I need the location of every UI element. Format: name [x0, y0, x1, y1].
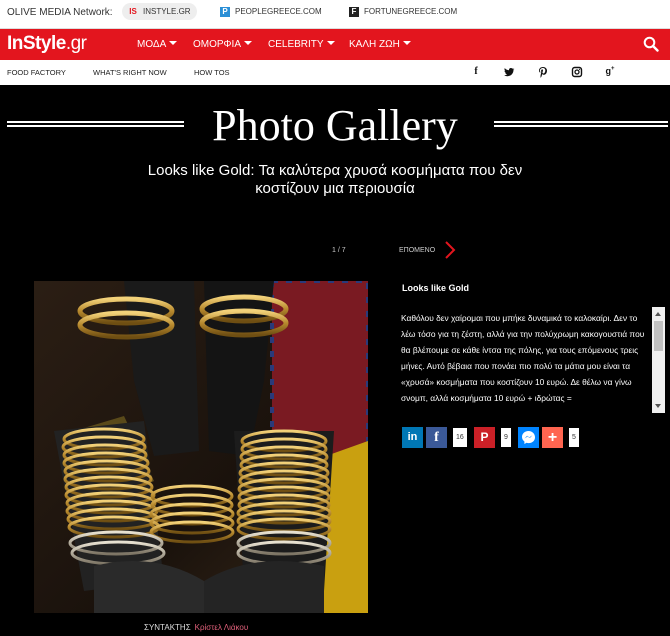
chevron-right-icon[interactable]	[443, 240, 457, 260]
scroll-thumb[interactable]	[654, 321, 663, 351]
scroll-up-icon[interactable]	[655, 312, 661, 316]
logo-main: InStyle	[7, 33, 66, 54]
textbox-scrollbar[interactable]	[652, 307, 665, 413]
network-link-label: PEOPLEGREECE.COM	[235, 7, 322, 16]
site-logo[interactable]: InStyle.gr	[7, 33, 87, 55]
fortune-logo-icon: F	[349, 6, 359, 17]
network-link-label: INSTYLE.GR	[143, 7, 191, 16]
network-link-fortune[interactable]: F FORTUNEGREECE.COM	[349, 3, 457, 20]
network-label: OLIVE MEDIA Network:	[7, 7, 113, 18]
gallery-title: Photo Gallery	[212, 101, 458, 150]
instyle-logo-icon: IS	[129, 6, 137, 16]
sub-nav: FOOD FACTORY WHAT'S RIGHT NOW HOW TOS f …	[0, 60, 670, 85]
instagram-icon[interactable]	[571, 66, 583, 78]
caret-down-icon	[243, 41, 252, 45]
twitter-icon[interactable]	[503, 66, 515, 78]
nav-item-kali-zoi[interactable]: ΚΑΛΗ ΖΩΗ	[349, 39, 411, 50]
messenger-share-icon[interactable]	[518, 427, 539, 448]
nav-item-label: ΟΜΟΡΦΙΑ	[193, 39, 241, 50]
nav-item-label: CELEBRITY	[268, 39, 324, 50]
next-link[interactable]: ΕΠΟΜΕΝΟ	[399, 247, 435, 254]
network-bar: OLIVE MEDIA Network: IS INSTYLE.GR P PEO…	[0, 0, 670, 29]
subnav-item-food-factory[interactable]: FOOD FACTORY	[7, 68, 66, 77]
nav-item-moda[interactable]: ΜΟΔΑ	[137, 39, 178, 50]
article-title: Looks like Gold	[402, 283, 470, 293]
pinterest-share-icon[interactable]: P	[474, 427, 495, 448]
caret-down-icon	[326, 41, 335, 45]
scroll-down-icon[interactable]	[655, 404, 661, 408]
nav-item-omorfia[interactable]: ΟΜΟΡΦΙΑ	[193, 39, 252, 50]
subnav-item-whats-right-now[interactable]: WHAT'S RIGHT NOW	[93, 68, 167, 77]
network-link-instyle[interactable]: IS INSTYLE.GR	[122, 3, 197, 20]
more-share-count: 5	[569, 428, 579, 447]
logo-tld: .gr	[65, 33, 87, 54]
network-link-label: FORTUNEGREECE.COM	[364, 7, 458, 16]
article-textbox[interactable]: Καθόλου δεν χαίρομαι που μπήκε δυναμικά …	[399, 306, 652, 413]
nav-item-celebrity[interactable]: CELEBRITY	[268, 39, 335, 50]
subnav-item-how-tos[interactable]: HOW TOS	[194, 68, 230, 77]
search-icon[interactable]	[643, 36, 659, 52]
gallery-photo	[34, 281, 368, 613]
people-logo-icon: P	[220, 6, 230, 17]
gallery-subtitle: Looks like Gold: Τα καλύτερα χρυσά κοσμή…	[147, 162, 523, 197]
pinterest-share-count: 9	[501, 428, 511, 447]
nav-item-label: ΜΟΔΑ	[137, 39, 167, 50]
credit-label: ΣΥΝΤΑΚΤΗΣ	[144, 623, 191, 632]
network-link-people[interactable]: P PEOPLEGREECE.COM	[220, 3, 322, 20]
facebook-share-count: 16	[453, 428, 467, 447]
linkedin-share-icon[interactable]: in	[402, 427, 423, 448]
facebook-share-icon[interactable]: f	[426, 427, 447, 448]
caret-down-icon	[169, 41, 178, 45]
credit-author[interactable]: Κρίστελ Λιάκου	[195, 623, 249, 632]
nav-item-label: ΚΑΛΗ ΖΩΗ	[349, 39, 400, 50]
article-body: Καθόλου δεν χαίρομαι που μπήκε δυναμικά …	[401, 313, 645, 403]
more-share-icon[interactable]: +	[542, 427, 563, 448]
google-plus-icon[interactable]: g+	[603, 66, 617, 78]
facebook-icon[interactable]: f	[470, 66, 482, 78]
main-nav: InStyle.gr ΜΟΔΑ ΟΜΟΡΦΙΑ CELEBRITY ΚΑΛΗ Ζ…	[0, 29, 670, 60]
caret-down-icon	[402, 41, 411, 45]
photo-credit: ΣΥΝΤΑΚΤΗΣ Κρίστελ Λιάκου	[144, 623, 248, 632]
slide-counter: 1 / 7	[332, 247, 346, 254]
pinterest-icon[interactable]	[537, 66, 549, 78]
